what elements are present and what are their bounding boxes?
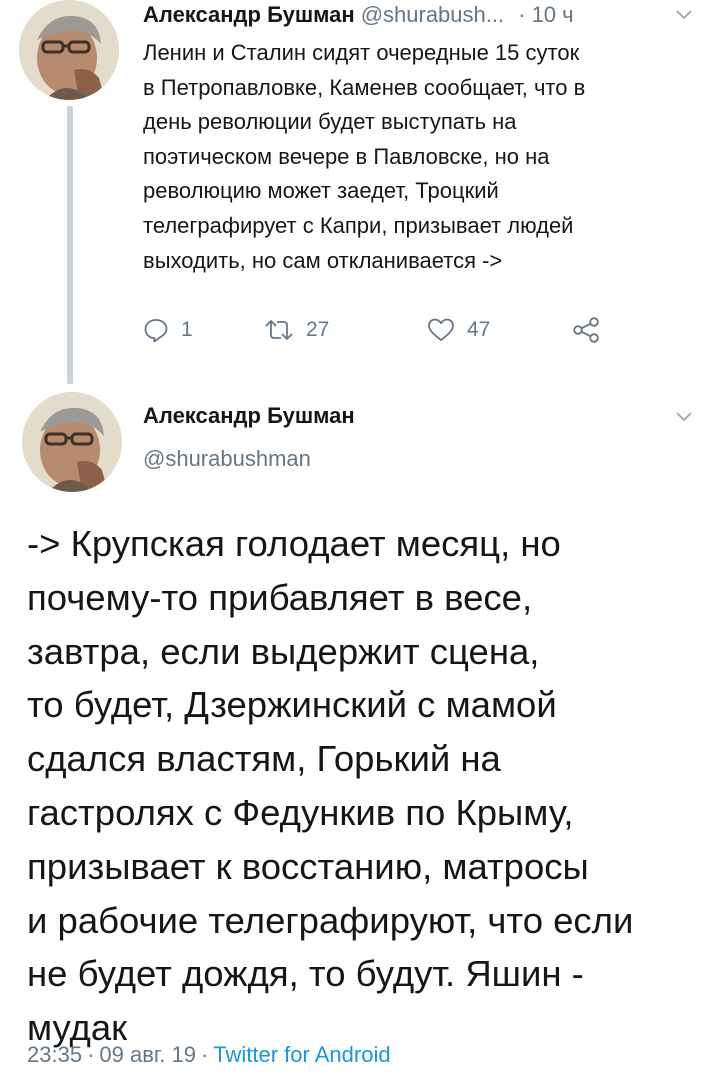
author-name[interactable]: Александр Бушман — [143, 2, 355, 28]
tweet-metadata: 23:35 · 09 авг. 19 · Twitter for Android — [27, 1042, 391, 1068]
avatar-photo — [22, 392, 122, 492]
chevron-down-icon[interactable] — [676, 10, 692, 20]
chevron-down-icon[interactable] — [676, 412, 692, 422]
author-handle[interactable]: @shurabushman — [143, 446, 311, 472]
retweet-icon — [265, 320, 293, 340]
tweet-text-line: гастролях с Федункив по Крыму, — [27, 791, 574, 833]
tweet-text-line: в Петропавловке, Каменев сообщает, что в — [143, 74, 586, 100]
tweet-date[interactable]: 09 авг. 19 — [99, 1042, 196, 1067]
tweet-text-line: телеграфирует с Капри, призывает людей — [143, 212, 574, 238]
tweet-text-line: не будет дождя, то будут. Яшин - — [27, 953, 584, 995]
time-separator: · — [518, 2, 526, 27]
tweet-text-line: Ленин и Сталин сидят очередные 15 суток — [143, 40, 580, 65]
parent-tweet[interactable]: Александр Бушман @shurabush... · 10 ч Ле… — [0, 0, 715, 385]
thread-connector-line — [67, 106, 73, 384]
share-button[interactable] — [572, 312, 600, 348]
tweet-header: Александр Бушман @shurabush... · 10 ч — [143, 2, 574, 32]
like-count: 47 — [467, 318, 491, 341]
tweet-text-line: выходить, но сам откланивается -> — [143, 247, 503, 273]
tweet-text-line: поэтическом вечере в Павловске, но на — [143, 143, 550, 169]
tweet-timestamp[interactable]: · 10 ч — [518, 2, 574, 28]
retweet-count: 27 — [306, 318, 330, 341]
tweet-text-line: сдался властям, Горький на — [27, 738, 501, 780]
avatar[interactable] — [19, 0, 119, 100]
share-icon — [573, 317, 599, 343]
tweet-text-line: и рабочие телеграфируют, что если — [27, 899, 634, 941]
meta-separator: · — [200, 1042, 209, 1067]
tweet-text: -> Крупская голодает месяц, но почему-то… — [27, 517, 707, 1055]
avatar-photo — [19, 0, 119, 100]
tweet-text-line: завтра, если выдержит сцена, — [27, 630, 540, 672]
tweet-text-line: то будет, Дзержинский с мамой — [27, 684, 557, 726]
tweet-text: Ленин и Сталин сидят очередные 15 суток … — [143, 36, 703, 278]
client-link[interactable]: Twitter for Android — [213, 1042, 390, 1067]
heart-icon — [428, 318, 454, 341]
reply-icon — [144, 319, 168, 343]
like-button[interactable]: 47 — [427, 312, 490, 348]
avatar[interactable] — [22, 392, 122, 492]
reply-count: 1 — [181, 318, 193, 341]
tweet-actions: 1 27 47 — [143, 312, 623, 348]
author-name[interactable]: Александр Бушман — [143, 403, 355, 429]
tweet-time[interactable]: 23:35 — [27, 1042, 82, 1067]
tweet-text-line: призывает к восстанию, матросы — [27, 845, 589, 887]
tweet-text-line: почему-то прибавляет в весе, — [27, 576, 533, 618]
tweet-text-line: день революции будет выступать на — [143, 109, 517, 135]
tweet-text-line: революцию может заедет, Троцкий — [143, 178, 499, 204]
author-handle[interactable]: @shurabush... — [361, 2, 504, 28]
reply-button[interactable]: 1 — [143, 312, 193, 348]
tweet-text-line: -> Крупская голодает месяц, но — [27, 523, 561, 564]
relative-time: 10 ч — [531, 2, 574, 27]
meta-separator: · — [87, 1042, 95, 1067]
retweet-button[interactable]: 27 — [264, 312, 329, 348]
